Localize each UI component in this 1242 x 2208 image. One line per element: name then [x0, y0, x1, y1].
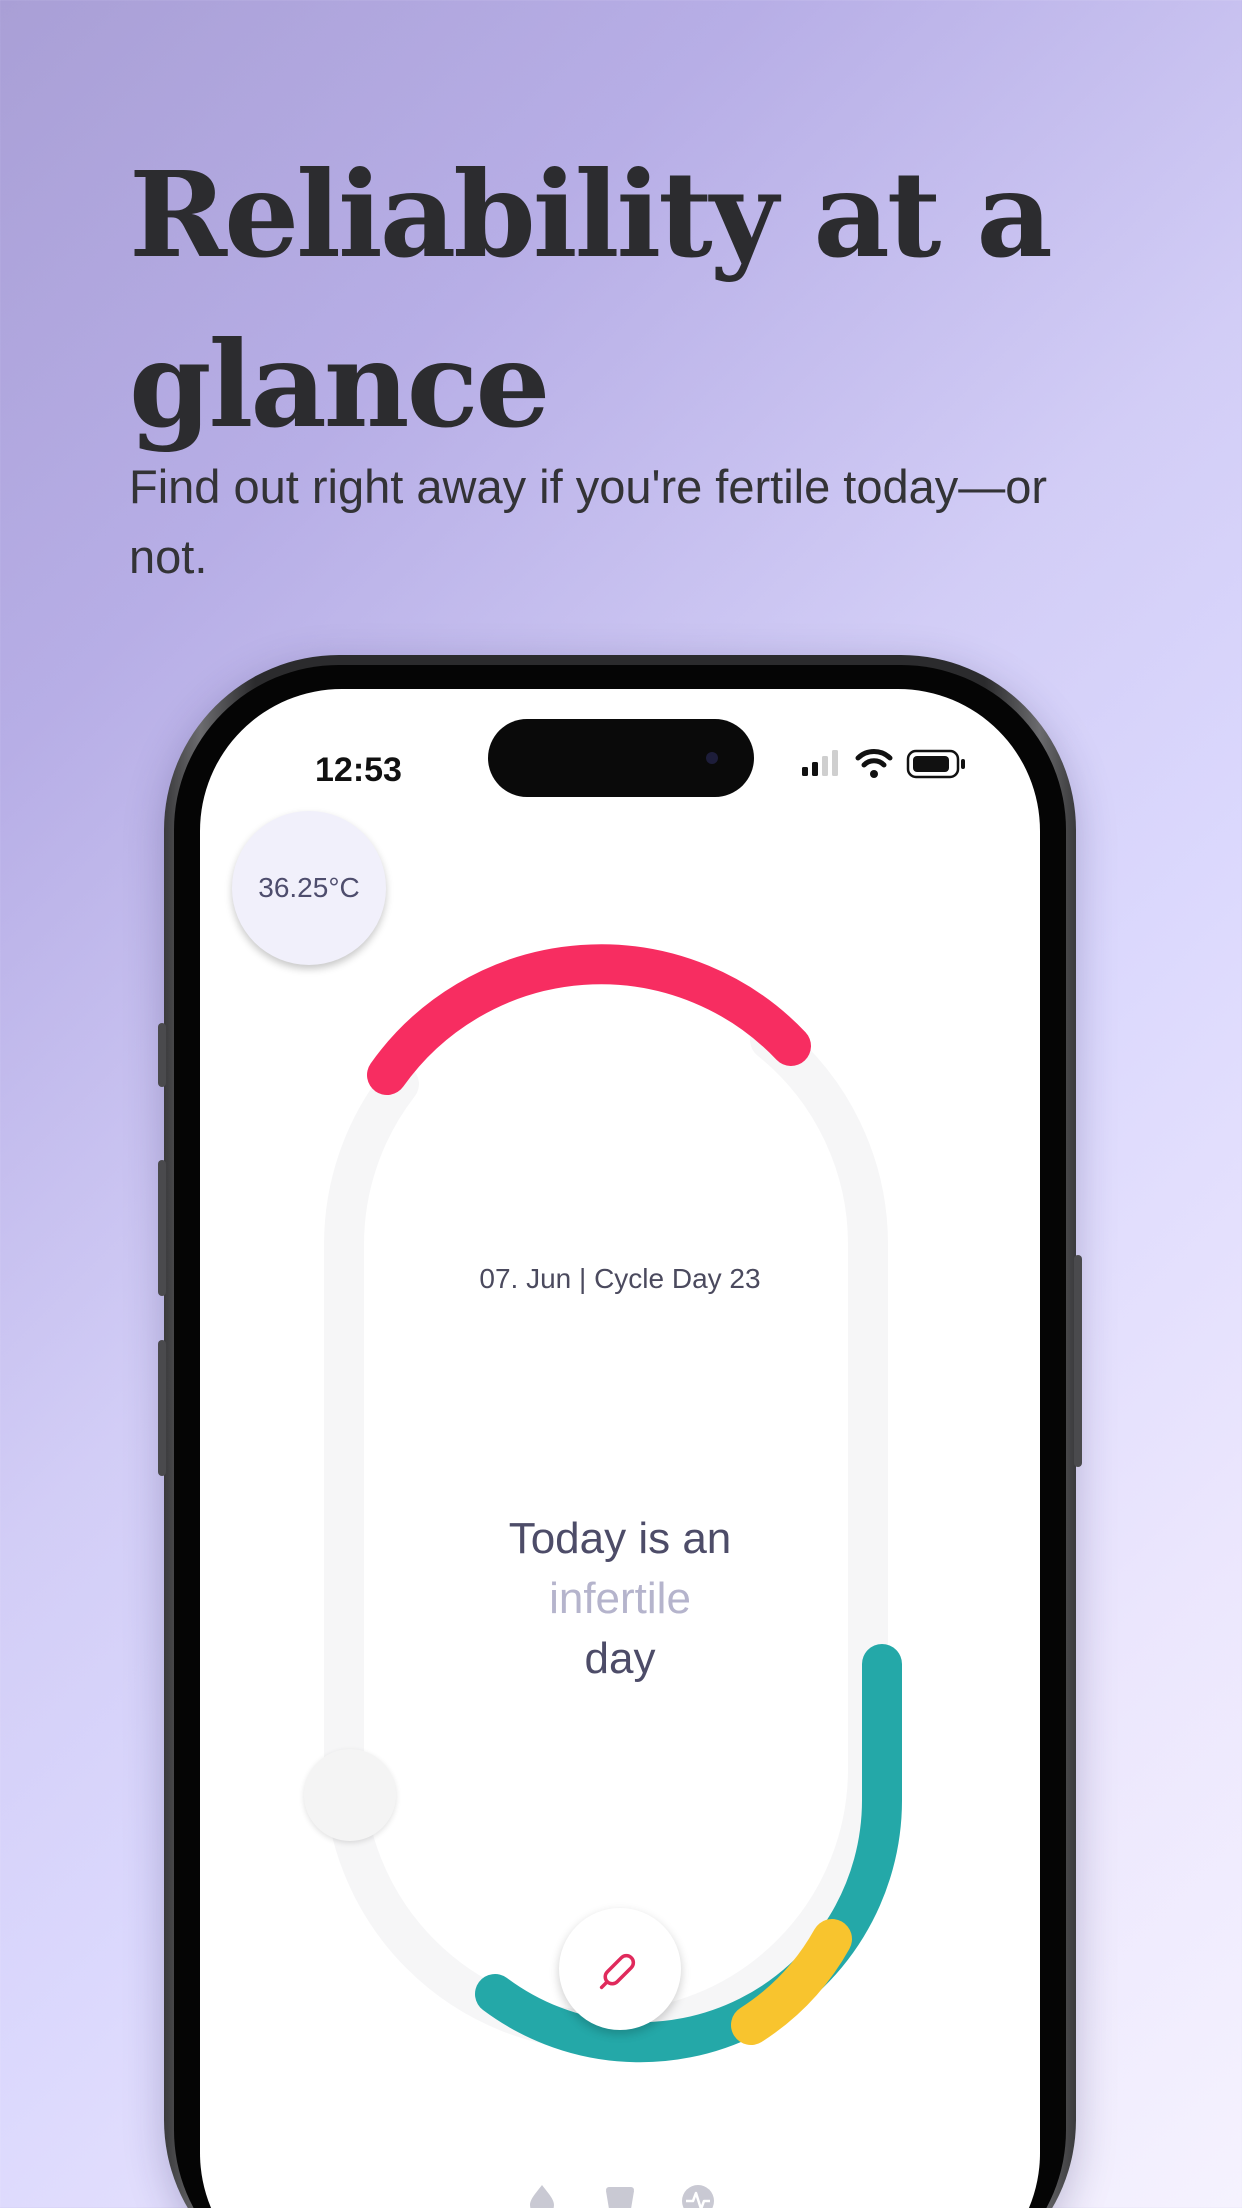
cup-icon[interactable]	[600, 2179, 640, 2208]
app-screen: 12:53 36.25°C 07. Jun | Cycle Day 23 Tod…	[200, 689, 1040, 2208]
phone-frame: 12:53 36.25°C 07. Jun | Cycle Day 23 Tod…	[158, 655, 1082, 2208]
edit-entry-button[interactable]	[559, 1908, 681, 2030]
volume-up-button	[158, 1160, 166, 1296]
status-line-3: day	[584, 1634, 656, 1683]
action-button	[158, 1023, 166, 1087]
fertile-phase-arc	[367, 944, 811, 1095]
cycle-date-label: 07. Jun | Cycle Day 23	[479, 1263, 761, 1294]
drop-icon[interactable]	[522, 2179, 562, 2208]
pulse-icon[interactable]	[678, 2179, 718, 2208]
power-button	[1074, 1255, 1082, 1467]
fertility-status: Today is an infertile day	[200, 1509, 1040, 1689]
phone-bezel: 12:53 36.25°C 07. Jun | Cycle Day 23 Tod…	[174, 665, 1066, 2208]
page-subheadline: Find out right away if you're fertile to…	[129, 460, 1048, 583]
page-headline: Reliability at a glance	[129, 145, 1053, 454]
volume-down-button	[158, 1340, 166, 1476]
status-line-2: infertile	[549, 1574, 691, 1623]
status-line-1: Today is an	[508, 1514, 732, 1563]
cycle-day-handle[interactable]	[304, 1749, 396, 1841]
pencil-icon	[599, 1953, 636, 1990]
